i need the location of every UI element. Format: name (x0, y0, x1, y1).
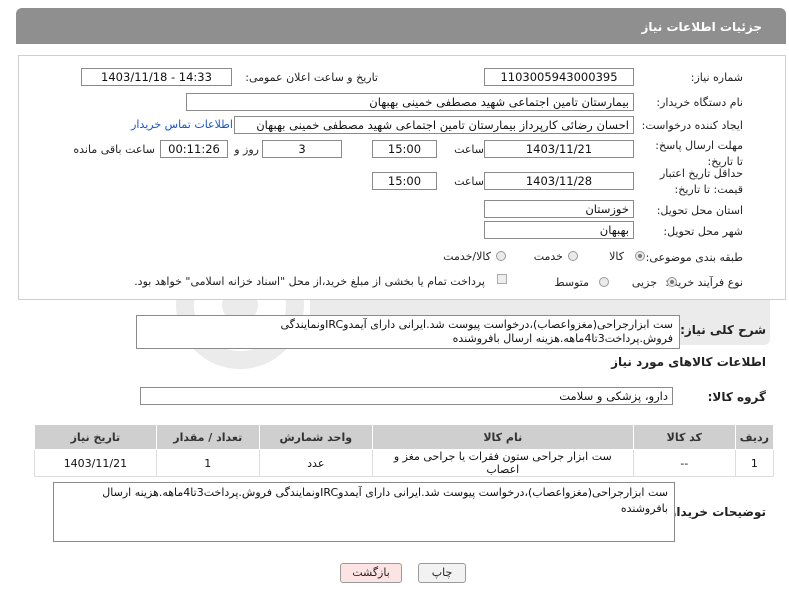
page-title: جزئیات اطلاعات نیاز (641, 20, 762, 34)
city-field[interactable]: بهبهان (484, 221, 634, 239)
need-number-field[interactable]: 1103005943000395 (484, 68, 634, 86)
category-service-radio[interactable] (568, 251, 578, 261)
col-code-header: کد کالا (632, 424, 736, 450)
col-name-header: نام کالا (371, 424, 634, 450)
col-date-header: تاریخ نیاز (34, 424, 157, 450)
need-number-label: شماره نیاز: (690, 71, 743, 84)
category-goods-service-radio[interactable] (496, 251, 506, 261)
purchase-minor-radio[interactable] (667, 277, 677, 287)
deadline-time-label: ساعت (454, 143, 484, 156)
summary-label: شرح کلی نیاز: (680, 323, 766, 337)
category-goods-radio[interactable] (635, 251, 645, 261)
purchase-minor-label: جزیی (631, 276, 657, 289)
goods-info-title: اطلاعات کالاهای مورد نیاز (611, 355, 766, 369)
qty-cell: 1 (155, 449, 260, 477)
row-number-cell: 1 (734, 449, 775, 477)
goods-table: ردیف کد کالا نام کالا واحد شمارش تعداد /… (34, 424, 775, 477)
validity-label: حداقل تاریخ اعتبار قیمت: تا تاریخ: (659, 167, 743, 196)
deadline-time-field[interactable]: 15:00 (372, 140, 437, 158)
announce-date-label: تاریخ و ساعت اعلان عمومی: (245, 71, 378, 84)
col-unit-header: واحد شمارش (258, 424, 373, 450)
col-row-header: ردیف (734, 424, 775, 450)
page-header: جزئیات اطلاعات نیاز (16, 8, 786, 44)
table-header-row: ردیف کد کالا نام کالا واحد شمارش تعداد /… (34, 424, 775, 450)
validity-time-field[interactable]: 15:00 (372, 172, 437, 190)
category-goods-label: کالا (609, 250, 624, 263)
print-button[interactable]: چاپ (418, 563, 466, 583)
code-cell: -- (632, 449, 736, 477)
city-label: شهر محل تحویل: (663, 225, 743, 238)
deadline-date-field[interactable]: 1403/11/21 (484, 140, 634, 158)
remaining-label: ساعت باقی مانده (73, 143, 155, 156)
requester-label: ایجاد کننده درخواست: (641, 119, 743, 132)
summary-textbox[interactable]: ست ابزارجراحی(مغزواعصاب)،درخواست پیوست ش… (136, 315, 680, 349)
purchase-medium-radio[interactable] (599, 277, 609, 287)
category-goods-service-label: کالا/خدمت (443, 250, 491, 263)
buyer-org-label: نام دستگاه خریدار: (656, 96, 743, 109)
buyer-notes-textbox[interactable]: ست ابزارجراحی(مغزواعصاب)،درخواست پیوست ش… (53, 482, 675, 542)
treasury-payment-note: پرداخت تمام یا بخشی از مبلغ خرید،از محل … (134, 275, 485, 288)
validity-time-label: ساعت (454, 175, 484, 188)
requester-field[interactable]: احسان رضائی کارپرداز بیمارستان تامین اجت… (234, 116, 634, 134)
table-row[interactable]: 1 -- ست ابزار جراحی ستون فقرات یا جراحی … (34, 449, 775, 477)
province-label: استان محل تحویل: (656, 204, 743, 217)
remaining-time-field[interactable]: 00:11:26 (160, 140, 228, 158)
days-field[interactable]: 3 (262, 140, 342, 158)
goods-group-label: گروه کالا: (707, 390, 766, 404)
category-service-label: خدمت (533, 250, 563, 263)
announce-date-field[interactable]: 1403/11/18 - 14:33 (81, 68, 232, 86)
validity-date-field[interactable]: 1403/11/28 (484, 172, 634, 190)
buyer-notes-label: توضیحات خریدار: (664, 505, 766, 519)
buyer-contact-link[interactable]: اطلاعات تماس خریدار (131, 118, 233, 131)
days-label: روز و (234, 143, 259, 156)
goods-group-field[interactable]: دارو، پزشکی و سلامت (140, 387, 673, 405)
back-button[interactable]: بازگشت (340, 563, 402, 583)
purchase-medium-label: متوسط (554, 276, 589, 289)
date-cell: 1403/11/21 (34, 449, 157, 477)
province-field[interactable]: خوزستان (484, 200, 634, 218)
buyer-org-field[interactable]: بیمارستان تامین اجتماعی شهید مصطفی خمینی… (186, 93, 634, 111)
treasury-payment-checkbox[interactable] (497, 274, 507, 284)
unit-cell: عدد (258, 449, 373, 477)
name-cell: ست ابزار جراحی ستون فقرات یا جراحی مغز و… (371, 449, 634, 477)
category-label: طبقه بندی موضوعی: (645, 251, 743, 264)
col-qty-header: تعداد / مقدار (155, 424, 260, 450)
